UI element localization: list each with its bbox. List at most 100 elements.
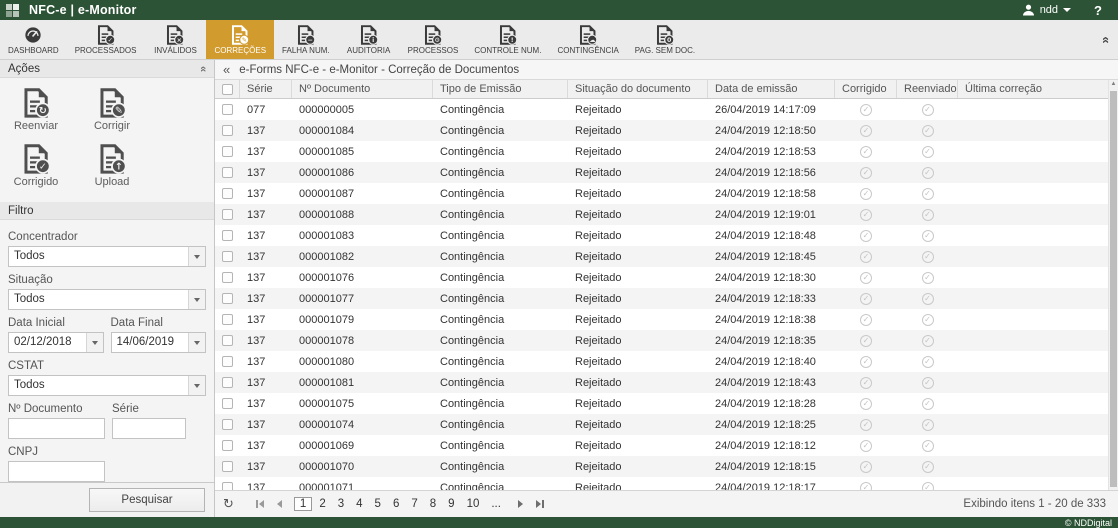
page-2[interactable]: 2 [314, 497, 330, 511]
table-row[interactable]: 137000001077ContingênciaRejeitado24/04/2… [215, 288, 1118, 309]
row-checkbox[interactable] [222, 104, 233, 115]
prev-page-button[interactable] [272, 500, 287, 508]
row-checkbox[interactable] [222, 125, 233, 136]
num-documento-input[interactable] [8, 418, 105, 439]
row-checkbox[interactable] [222, 146, 233, 157]
action-reenviar[interactable]: ↻Reenviar [10, 84, 62, 138]
sidebar-collapse-icon[interactable]: « [223, 63, 230, 76]
select-all-checkbox[interactable] [222, 84, 233, 95]
column-header-2[interactable]: Nº Documento [292, 80, 433, 98]
chevron-down-icon[interactable] [188, 376, 205, 395]
nav-tab-conting-ncia[interactable]: ☁CONTINGÊNCIA [549, 20, 626, 59]
table-row[interactable]: 137000001080ContingênciaRejeitado24/04/2… [215, 351, 1118, 372]
vertical-scrollbar[interactable]: ▲ [1108, 80, 1118, 490]
nav-tab-falha-num-[interactable]: −FALHA NUM. [274, 20, 338, 59]
serie-input[interactable] [112, 418, 186, 439]
ribbon-collapse-icon[interactable]: « [1100, 36, 1113, 43]
situacao-select[interactable]: Todos [8, 289, 206, 310]
table-row[interactable]: 137000001084ContingênciaRejeitado24/04/2… [215, 120, 1118, 141]
table-row[interactable]: 137000001070ContingênciaRejeitado24/04/2… [215, 456, 1118, 477]
row-checkbox[interactable] [222, 293, 233, 304]
nav-tab-auditoria[interactable]: iAUDITORIA [338, 20, 400, 59]
table-row[interactable]: 077000000005ContingênciaRejeitado26/04/2… [215, 99, 1118, 120]
row-checkbox[interactable] [222, 461, 233, 472]
table-row[interactable]: 137000001074ContingênciaRejeitado24/04/2… [215, 414, 1118, 435]
refresh-icon[interactable]: ↻ [223, 496, 234, 512]
table-row[interactable]: 137000001079ContingênciaRejeitado24/04/2… [215, 309, 1118, 330]
actions-collapse-icon[interactable]: « [197, 65, 209, 71]
row-checkbox[interactable] [222, 188, 233, 199]
action-corrigir[interactable]: ✎Corrigir [86, 84, 138, 138]
nav-tab-processos[interactable]: ⚙PROCESSOS [400, 20, 467, 59]
action-upload[interactable]: ↑Upload [86, 140, 138, 194]
row-checkbox[interactable] [222, 440, 233, 451]
nav-tab-pag-sem-doc-[interactable]: 0PAG. SEM DOC. [627, 20, 703, 59]
scrollbar-thumb[interactable] [1110, 91, 1117, 487]
data-final-picker[interactable]: 14/06/2019 [111, 332, 207, 353]
row-checkbox[interactable] [222, 167, 233, 178]
last-page-button[interactable] [531, 500, 549, 508]
first-page-button[interactable] [251, 500, 269, 508]
next-page-button[interactable] [513, 500, 528, 508]
row-checkbox[interactable] [222, 377, 233, 388]
table-row[interactable]: 137000001071ContingênciaRejeitado24/04/2… [215, 477, 1118, 490]
chevron-down-icon[interactable] [188, 290, 205, 309]
row-checkbox[interactable] [222, 482, 233, 490]
row-checkbox[interactable] [222, 356, 233, 367]
column-header-3[interactable]: Tipo de Emissão [433, 80, 568, 98]
row-checkbox[interactable] [222, 251, 233, 262]
column-header-7[interactable]: Reenviado [897, 80, 958, 98]
row-checkbox[interactable] [222, 314, 233, 325]
page-6[interactable]: 6 [388, 497, 404, 511]
column-header-4[interactable]: Situação do documento [568, 80, 708, 98]
cell-corrigido: ✓ [835, 419, 897, 431]
column-header-8[interactable]: Última correção [958, 80, 1118, 98]
chevron-down-icon[interactable] [86, 333, 103, 352]
table-row[interactable]: 137000001081ContingênciaRejeitado24/04/2… [215, 372, 1118, 393]
user-menu[interactable]: ndd [1022, 4, 1071, 16]
page-3[interactable]: 3 [333, 497, 349, 511]
nav-tab-processados[interactable]: ✓PROCESSADOS [67, 20, 145, 59]
table-row[interactable]: 137000001083ContingênciaRejeitado24/04/2… [215, 225, 1118, 246]
concentrador-select[interactable]: Todos [8, 246, 206, 267]
table-row[interactable]: 137000001078ContingênciaRejeitado24/04/2… [215, 330, 1118, 351]
table-row[interactable]: 137000001082ContingênciaRejeitado24/04/2… [215, 246, 1118, 267]
row-checkbox[interactable] [222, 209, 233, 220]
page-7[interactable]: 7 [406, 497, 422, 511]
page-8[interactable]: 8 [425, 497, 441, 511]
column-header-1[interactable]: Série [240, 80, 292, 98]
table-row[interactable]: 137000001086ContingênciaRejeitado24/04/2… [215, 162, 1118, 183]
table-row[interactable]: 137000001069ContingênciaRejeitado24/04/2… [215, 435, 1118, 456]
action-corrigido[interactable]: ✓Corrigido [10, 140, 62, 194]
row-checkbox[interactable] [222, 230, 233, 241]
page-1[interactable]: 1 [294, 497, 312, 511]
page-9[interactable]: 9 [443, 497, 459, 511]
table-row[interactable]: 137000001085ContingênciaRejeitado24/04/2… [215, 141, 1118, 162]
cell-emissao: 24/04/2019 12:18:35 [708, 335, 835, 347]
cstat-select[interactable]: Todos [8, 375, 206, 396]
cnpj-input[interactable] [8, 461, 105, 482]
column-header-5[interactable]: Data de emissão [708, 80, 835, 98]
help-button[interactable]: ? [1094, 3, 1102, 18]
row-checkbox[interactable] [222, 272, 233, 283]
nav-tab-dashboard[interactable]: DASHBOARD [0, 20, 67, 59]
search-button[interactable]: Pesquisar [89, 488, 205, 512]
row-checkbox[interactable] [222, 419, 233, 430]
table-row[interactable]: 137000001088ContingênciaRejeitado24/04/2… [215, 204, 1118, 225]
nav-tab-corre-es[interactable]: ✎CORREÇÕES [206, 20, 274, 59]
scroll-up-icon[interactable]: ▲ [1109, 81, 1118, 87]
table-row[interactable]: 137000001075ContingênciaRejeitado24/04/2… [215, 393, 1118, 414]
row-checkbox[interactable] [222, 398, 233, 409]
table-row[interactable]: 137000001076ContingênciaRejeitado24/04/2… [215, 267, 1118, 288]
page-10[interactable]: 10 [462, 497, 485, 511]
data-inicial-picker[interactable]: 02/12/2018 [8, 332, 104, 353]
column-header-6[interactable]: Corrigido [835, 80, 897, 98]
page-4[interactable]: 4 [351, 497, 367, 511]
nav-tab-inv-lidos[interactable]: ×INVÁLIDOS [144, 20, 206, 59]
table-row[interactable]: 137000001087ContingênciaRejeitado24/04/2… [215, 183, 1118, 204]
chevron-down-icon[interactable] [188, 333, 205, 352]
row-checkbox[interactable] [222, 335, 233, 346]
nav-tab-controle-num-[interactable]: !CONTROLE NUM. [466, 20, 549, 59]
chevron-down-icon[interactable] [188, 247, 205, 266]
page-5[interactable]: 5 [370, 497, 386, 511]
